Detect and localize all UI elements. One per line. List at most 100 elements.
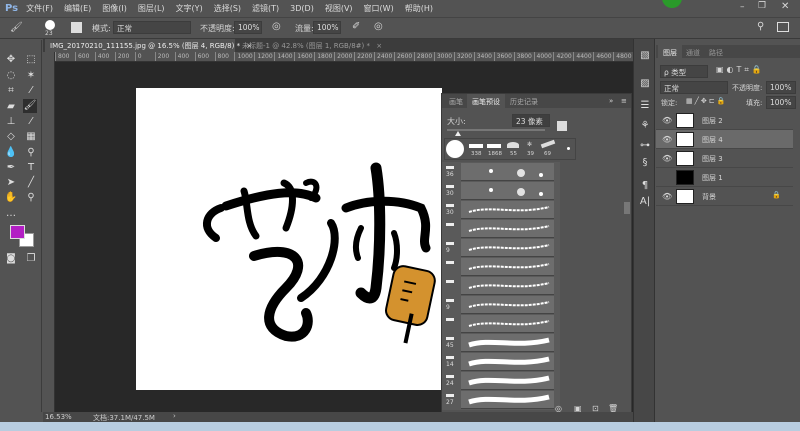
tool-presets-icon[interactable]: ⊶ xyxy=(638,139,652,153)
layer-row[interactable]: 👁 背景 🔒 xyxy=(656,187,793,206)
menu-3d[interactable]: 3D(D) xyxy=(290,4,314,13)
tab-history[interactable]: 历史记录 xyxy=(505,94,543,108)
menu-window[interactable]: 窗口(W) xyxy=(364,3,394,14)
brush-list-item[interactable]: 24 xyxy=(444,371,554,390)
preset-thumb-3[interactable] xyxy=(507,142,519,148)
search-icon[interactable]: ⚲ xyxy=(757,21,764,32)
foreground-color-swatch[interactable] xyxy=(10,225,25,239)
layer-opacity-input[interactable]: 100% xyxy=(766,81,796,94)
airbrush-icon[interactable]: ✐ xyxy=(352,21,360,32)
size-input[interactable]: 23 像素 xyxy=(512,114,550,127)
menu-file[interactable]: 文件(F) xyxy=(26,3,53,14)
brush-list-item[interactable]: 14 xyxy=(444,352,554,371)
clone-source-icon[interactable]: ⚘ xyxy=(638,119,652,133)
marquee-tool-icon[interactable]: ⬚ xyxy=(24,53,38,67)
brush-tool-icon[interactable]: 🖌 xyxy=(10,22,23,33)
path-selection-tool-icon[interactable]: ➤ xyxy=(4,176,18,190)
tab-channels[interactable]: 通道 xyxy=(681,45,705,59)
brush-list-item[interactable] xyxy=(444,257,554,276)
menu-view[interactable]: 视图(V) xyxy=(325,3,353,14)
magic-wand-tool-icon[interactable]: ✶ xyxy=(24,69,38,83)
brush-list-item[interactable]: 36 xyxy=(444,162,554,181)
tab-brush[interactable]: 画笔 xyxy=(444,94,468,108)
toggle-brush-panel-icon[interactable] xyxy=(557,121,567,131)
paragraph-icon[interactable]: ¶ xyxy=(638,179,652,193)
brush-panel-icon[interactable]: ▧ xyxy=(638,49,652,63)
pressure-size-icon[interactable]: ◎ xyxy=(374,21,383,32)
brush-list-item[interactable] xyxy=(444,314,554,333)
status-arrow-icon[interactable]: › xyxy=(173,412,176,420)
tab-untitled-document[interactable]: 未标题-1 @ 42.8% (图层 1, RGB/8#) * × xyxy=(237,39,387,52)
adjustments-icon[interactable]: ☰ xyxy=(638,99,652,113)
preset-thumb-6[interactable] xyxy=(567,147,570,150)
brush-panel-toggle-icon[interactable] xyxy=(71,22,82,33)
canvas-artwork[interactable] xyxy=(136,88,442,390)
visibility-eye-icon[interactable]: 👁 xyxy=(662,154,672,163)
panel-scrollbar[interactable] xyxy=(624,202,630,214)
properties-icon[interactable]: § xyxy=(638,156,652,170)
close-button[interactable]: ✕ xyxy=(781,1,789,12)
brush-list-item[interactable] xyxy=(444,276,554,295)
size-slider[interactable] xyxy=(447,129,545,131)
layer-row[interactable]: 👁 图层 2 xyxy=(656,111,793,130)
brush-list-item[interactable]: 45 xyxy=(444,333,554,352)
hand-tool-icon[interactable]: ✋ xyxy=(4,191,18,205)
preset-thumb-1[interactable] xyxy=(469,144,483,148)
brush-list-item[interactable]: 30 xyxy=(444,181,554,200)
type-tool-icon[interactable]: T xyxy=(24,161,38,175)
brush-tool-icon[interactable]: 🖌 xyxy=(23,99,37,113)
move-tool-icon[interactable]: ✥ xyxy=(4,53,18,67)
collapse-panel-icon[interactable]: » xyxy=(609,97,613,105)
tab-paths[interactable]: 路径 xyxy=(704,45,728,59)
brush-list-item[interactable]: 27 xyxy=(444,390,554,409)
tab-close-icon[interactable]: × xyxy=(376,42,382,50)
tab-layers[interactable]: 图层 xyxy=(658,45,682,59)
brush-list-item[interactable]: 30 xyxy=(444,200,554,219)
visibility-eye-icon[interactable]: 👁 xyxy=(662,116,672,125)
quick-mask-icon[interactable]: ◙ xyxy=(4,252,18,266)
visibility-eye-icon[interactable]: 👁 xyxy=(662,135,672,144)
brush-preset-picker[interactable] xyxy=(45,20,55,30)
preset-thumb-2[interactable] xyxy=(487,144,501,148)
layer-row[interactable]: 👁 图层 3 xyxy=(656,149,793,168)
more-tools-icon[interactable]: … xyxy=(4,207,18,221)
lasso-tool-icon[interactable]: ◌ xyxy=(4,69,18,83)
preset-thumb-4[interactable]: ✻ xyxy=(527,141,532,148)
fill-input[interactable]: 100% xyxy=(766,96,796,109)
brush-list-item[interactable]: 9 xyxy=(444,238,554,257)
gradient-tool-icon[interactable]: ▦ xyxy=(24,130,38,144)
blur-tool-icon[interactable]: 💧 xyxy=(4,146,18,160)
menu-help[interactable]: 帮助(H) xyxy=(405,3,433,14)
eraser-tool-icon[interactable]: ◇ xyxy=(4,130,18,144)
zoom-tool-icon[interactable]: ⚲ xyxy=(24,191,38,205)
clone-stamp-tool-icon[interactable]: ⊥ xyxy=(4,115,18,129)
mode-dropdown[interactable]: 正常 xyxy=(113,21,191,34)
brush-list-item[interactable]: 9 xyxy=(444,295,554,314)
restore-button[interactable]: ❐ xyxy=(758,1,766,11)
filter-icons[interactable]: ▣◐T⌗🔒 xyxy=(716,65,765,75)
preset-thumb-5[interactable] xyxy=(540,139,556,149)
visibility-eye-icon[interactable]: 👁 xyxy=(662,192,672,201)
tab-brush-presets[interactable]: 画笔预设 xyxy=(467,94,505,108)
character-icon[interactable]: A| xyxy=(638,195,652,209)
pressure-opacity-icon[interactable]: ◎ xyxy=(272,21,281,32)
blend-mode-dropdown[interactable]: 正常 xyxy=(660,81,728,94)
menu-edit[interactable]: 编辑(E) xyxy=(64,3,91,14)
minimize-button[interactable]: – xyxy=(740,2,745,12)
layer-row[interactable]: 👁 图层 4 xyxy=(656,130,793,149)
menu-select[interactable]: 选择(S) xyxy=(214,3,241,14)
brush-presets-icon[interactable]: ▨ xyxy=(638,77,652,91)
workspace-icon[interactable] xyxy=(777,22,789,32)
pen-tool-icon[interactable]: ✒ xyxy=(4,161,18,175)
menu-layer[interactable]: 图层(L) xyxy=(138,3,165,14)
menu-type[interactable]: 文字(Y) xyxy=(176,3,203,14)
crop-tool-icon[interactable]: ⌗ xyxy=(4,84,18,98)
screen-mode-icon[interactable]: ❐ xyxy=(24,252,38,266)
zoom-level[interactable]: 16.53% xyxy=(45,413,72,421)
menu-filter[interactable]: 滤镜(T) xyxy=(252,3,279,14)
lock-icons[interactable]: ▦╱✥⊏🔒 xyxy=(686,97,727,105)
panel-menu-icon[interactable]: ≡ xyxy=(621,97,627,105)
tab-img-document[interactable]: IMG_20170210_111155.jpg @ 16.5% (图层 4, R… xyxy=(45,39,252,52)
layer-filter-dropdown[interactable]: ρ 类型 xyxy=(660,65,708,78)
dodge-tool-icon[interactable]: ⚲ xyxy=(24,146,38,160)
